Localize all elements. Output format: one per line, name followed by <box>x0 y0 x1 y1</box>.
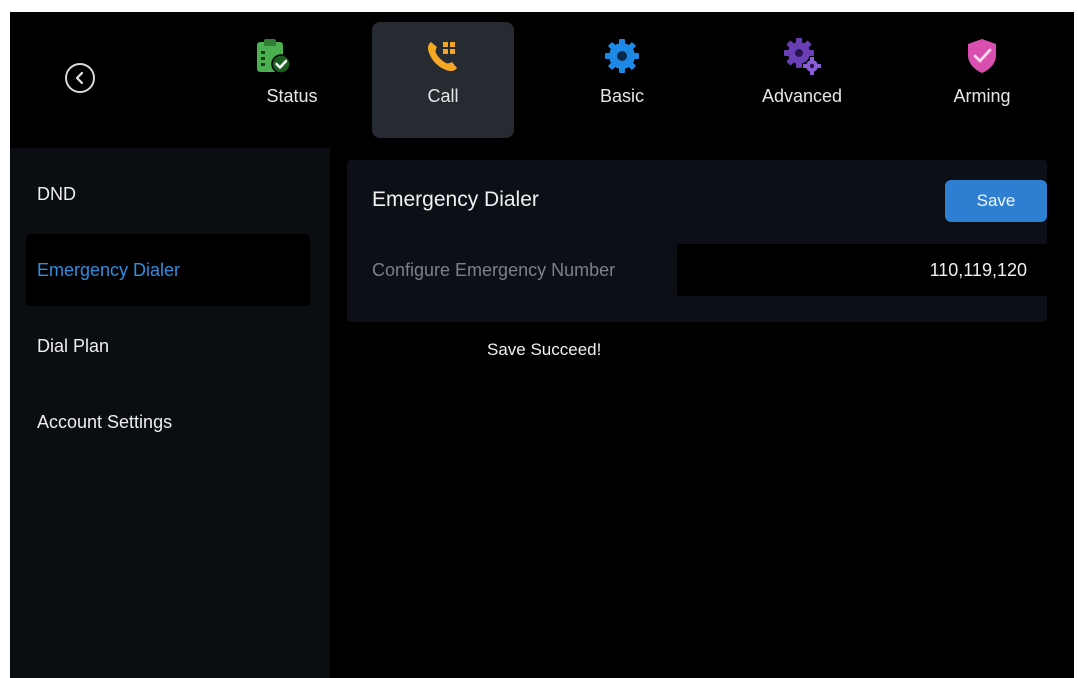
tab-call-label: Call <box>427 86 459 106</box>
shield-check-icon <box>968 39 996 73</box>
save-toast: Save Succeed! <box>487 340 602 359</box>
top-nav-bar: Status Call Basic Advanced Arming <box>10 12 1074 148</box>
sidebar: DND Emergency Dialer Dial Plan Account S… <box>10 148 330 678</box>
back-button[interactable] <box>65 63 95 93</box>
emergency-number-label: Configure Emergency Number <box>372 260 616 280</box>
sidebar-item-account-settings[interactable]: Account Settings <box>26 386 310 458</box>
phone-keypad-icon <box>427 42 457 72</box>
tab-advanced[interactable]: Advanced <box>731 22 873 138</box>
tab-basic[interactable]: Basic <box>551 22 693 138</box>
sidebar-item-label: Dial Plan <box>37 335 110 356</box>
emergency-number-value: 110,119,120 <box>929 259 1027 280</box>
emergency-dialer-panel: Emergency Dialer Save Configure Emergenc… <box>347 160 1047 322</box>
sidebar-item-label: DND <box>37 183 76 204</box>
sidebar-item-label: Emergency Dialer <box>37 259 181 280</box>
sidebar-item-emergency-dialer[interactable]: Emergency Dialer <box>26 234 310 306</box>
tab-advanced-label: Advanced <box>761 86 843 106</box>
clipboard-check-icon <box>257 39 291 74</box>
settings-screen: Status Call Basic Advanced Arming DND Em… <box>10 12 1074 678</box>
sidebar-item-dial-plan[interactable]: Dial Plan <box>26 310 310 382</box>
tab-status-label: Status <box>266 86 318 106</box>
gears-icon <box>784 38 821 75</box>
tab-status[interactable]: Status <box>201 22 343 138</box>
emergency-number-field[interactable]: 110,119,120 <box>677 244 1047 296</box>
tab-arming[interactable]: Arming <box>911 22 1053 138</box>
chevron-left-icon <box>75 71 84 85</box>
gear-icon <box>605 39 639 73</box>
tab-arming-label: Arming <box>953 86 1011 106</box>
sidebar-item-label: Account Settings <box>37 411 173 432</box>
tab-call[interactable]: Call <box>372 22 514 138</box>
tab-basic-label: Basic <box>599 86 644 106</box>
panel-title: Emergency Dialer <box>372 188 539 211</box>
sidebar-item-dnd[interactable]: DND <box>26 158 310 230</box>
save-button[interactable]: Save <box>945 180 1047 222</box>
